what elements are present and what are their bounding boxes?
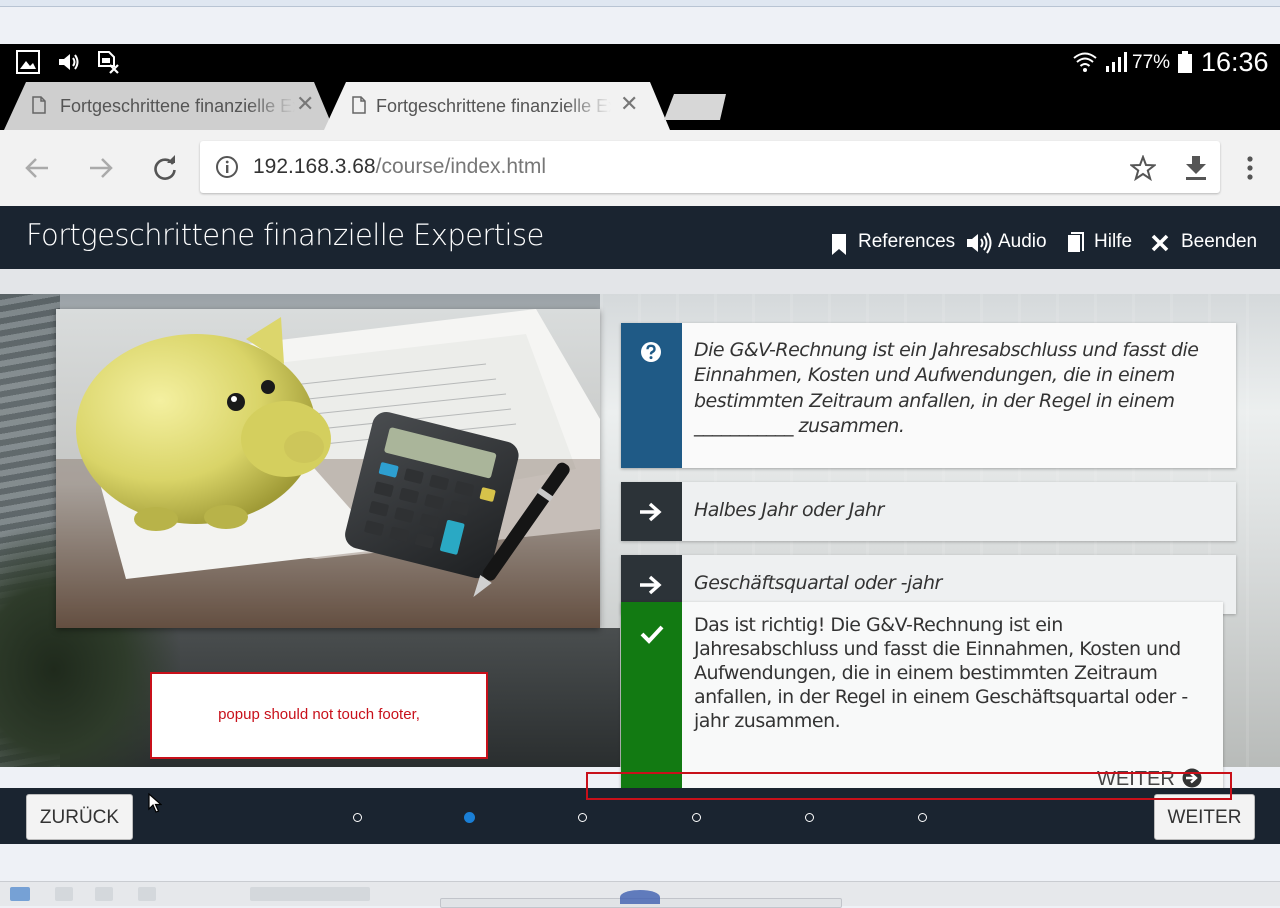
option-text: Halbes Jahr oder Jahr xyxy=(694,499,884,521)
taskbar-item[interactable] xyxy=(10,887,30,901)
references-label: References xyxy=(858,231,956,252)
annotation-note-text: popup should not touch footer, xyxy=(218,706,420,723)
signal-icon xyxy=(1106,52,1127,72)
battery-icon xyxy=(1178,51,1192,73)
status-clock: 16:36 xyxy=(1201,47,1269,77)
exit-label: Beenden xyxy=(1181,231,1258,252)
checkmark-icon xyxy=(640,625,664,644)
feedback-text: Das ist richtig! Die G&V-Rechnung ist ei… xyxy=(694,614,1188,732)
taskbar-item[interactable] xyxy=(620,890,660,904)
page-dot[interactable] xyxy=(692,813,701,822)
book-icon xyxy=(1068,232,1084,252)
back-button[interactable]: ZURÜCK xyxy=(26,794,133,840)
browser-tab-strip: Fortgeschrittene finanzielle Expertise ✕… xyxy=(0,80,1280,130)
tab-close-icon[interactable]: ✕ xyxy=(296,93,314,115)
correct-band xyxy=(621,602,682,789)
annotation-highlight xyxy=(586,772,1232,800)
browser-tab-active[interactable]: Fortgeschrittene finanzielle Expertise ✕ xyxy=(324,82,670,130)
desktop-background xyxy=(0,7,1280,44)
tab-close-icon[interactable]: ✕ xyxy=(620,93,638,115)
course-header: Fortgeschrittene finanzielle Expertise R… xyxy=(0,206,1280,269)
desktop-taskbar xyxy=(0,881,1280,908)
help-label: Hilfe xyxy=(1094,231,1133,252)
volume-icon xyxy=(59,54,79,70)
bookmark-star-icon[interactable] xyxy=(1130,155,1156,181)
taskbar-item[interactable] xyxy=(55,887,73,901)
address-bar[interactable]: 192.168.3.68/course/index.html xyxy=(200,141,1220,193)
option-band xyxy=(621,482,682,541)
download-icon[interactable] xyxy=(1184,155,1208,181)
forward-arrow-icon[interactable] xyxy=(88,156,114,180)
annotation-note: popup should not touch footer, xyxy=(150,672,488,759)
desktop-background xyxy=(0,844,1280,881)
browser-toolbar: 192.168.3.68/course/index.html xyxy=(0,130,1280,206)
status-bar: 77% 16:36 xyxy=(0,44,1280,80)
question-mark-icon xyxy=(641,342,661,362)
question-band xyxy=(621,323,682,468)
tab-title: Fortgeschrittene finanzielle Expertise xyxy=(60,96,295,116)
course-title: Fortgeschrittene finanzielle Expertise xyxy=(26,218,544,252)
reload-icon[interactable] xyxy=(152,155,178,181)
battery-percent: 77% xyxy=(1132,52,1171,73)
page-dot[interactable] xyxy=(353,813,362,822)
url-path: /course/index.html xyxy=(375,155,547,178)
image-notification-icon xyxy=(16,50,40,74)
speaker-icon xyxy=(967,232,992,254)
taskbar-item[interactable] xyxy=(250,887,370,901)
question-card: Die G&V-Rechnung ist ein Jahresabschluss… xyxy=(621,323,1236,468)
header-divider-band xyxy=(0,269,1280,294)
answer-option[interactable]: Halbes Jahr oder Jahr xyxy=(621,482,1236,541)
taskbar-item[interactable] xyxy=(95,887,113,901)
page-dot[interactable] xyxy=(578,813,587,822)
feedback-popup: Das ist richtig! Die G&V-Rechnung ist ei… xyxy=(621,602,1223,790)
info-icon[interactable] xyxy=(215,155,239,179)
url-host: 192.168.3.68 xyxy=(253,155,376,178)
desktop-window-edge xyxy=(0,0,1280,7)
page-dot[interactable] xyxy=(805,813,814,822)
bookmark-icon xyxy=(832,234,846,255)
no-sim-icon xyxy=(98,51,119,74)
close-icon xyxy=(1151,234,1169,252)
page-icon xyxy=(32,96,46,114)
more-menu-icon[interactable] xyxy=(1245,156,1255,182)
new-tab-button[interactable] xyxy=(664,94,728,120)
tab-title: Fortgeschrittene finanzielle Expertise xyxy=(376,96,611,116)
arrow-right-icon xyxy=(640,575,662,595)
question-text: Die G&V-Rechnung ist ein Jahresabschluss… xyxy=(694,339,1199,437)
page-dot-active[interactable] xyxy=(464,812,475,823)
arrow-right-icon xyxy=(640,502,662,522)
audio-label: Audio xyxy=(998,231,1047,252)
option-text: Geschäftsquartal oder -jahr xyxy=(694,572,942,594)
browser-tab-inactive[interactable]: Fortgeschrittene finanzielle Expertise ✕ xyxy=(4,82,334,130)
next-button[interactable]: WEITER xyxy=(1154,794,1255,840)
mouse-cursor-icon xyxy=(148,793,162,813)
taskbar-item[interactable] xyxy=(138,887,156,901)
wifi-icon xyxy=(1073,52,1097,72)
back-arrow-icon[interactable] xyxy=(24,156,50,180)
url-text: 192.168.3.68/course/index.html xyxy=(253,155,546,179)
page-dot[interactable] xyxy=(918,813,927,822)
piggy-bank-calculator-image xyxy=(56,309,600,628)
page-icon xyxy=(352,96,366,114)
